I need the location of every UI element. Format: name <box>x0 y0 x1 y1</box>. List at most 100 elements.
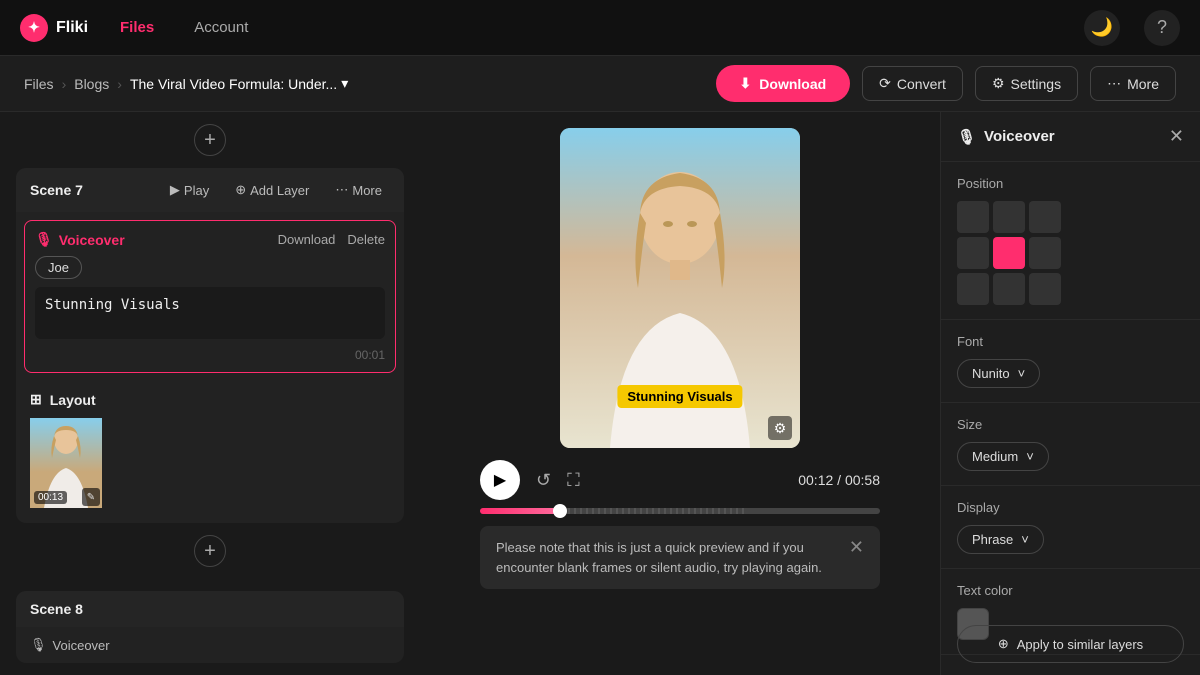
scene-7-title: Scene 7 <box>30 182 152 198</box>
position-section: Position <box>941 162 1200 320</box>
nav-files[interactable]: Files <box>112 15 162 40</box>
right-panel-header: 🎙 Voiceover ✕ <box>941 112 1200 162</box>
pos-cell-2[interactable] <box>1029 201 1061 233</box>
add-scene-bottom-button[interactable]: + <box>194 535 226 567</box>
progress-bar[interactable] <box>480 508 880 514</box>
logo-icon: ✦ <box>20 14 48 42</box>
scene-8-voiceover-label: Voiceover <box>53 638 110 653</box>
scene-7-add-layer-button[interactable]: ⊕ Add Layer <box>227 178 317 202</box>
notification-bar: Please note that this is just a quick pr… <box>480 526 880 589</box>
panel-mic-icon: 🎙 <box>957 128 976 146</box>
replay-button[interactable]: ↺ <box>536 470 551 491</box>
scene-7-more-button[interactable]: ⋯ More <box>327 178 390 202</box>
video-settings-icon[interactable]: ⚙ <box>768 416 792 440</box>
voice-tag[interactable]: Joe <box>35 256 82 279</box>
scene-8-content: 🎙 Voiceover <box>16 627 404 663</box>
font-label: Font <box>957 334 1184 349</box>
breadcrumb-current[interactable]: The Viral Video Formula: Under... ▾ <box>130 75 348 92</box>
pos-cell-5[interactable] <box>1029 237 1061 269</box>
breadcrumb-blogs[interactable]: Blogs <box>74 76 109 92</box>
settings-icon: ⚙ <box>992 75 1005 92</box>
breadcrumb-actions: ⬇ Download ⟳ Convert ⚙ Settings ⋯ More <box>716 65 1176 102</box>
size-value: Medium <box>972 449 1018 464</box>
breadcrumb: Files › Blogs › The Viral Video Formula:… <box>24 75 700 92</box>
apply-to-similar-button[interactable]: ⊕ Apply to similar layers <box>957 625 1184 663</box>
pos-cell-7[interactable] <box>993 273 1025 305</box>
breadcrumb-bar: Files › Blogs › The Viral Video Formula:… <box>0 56 1200 112</box>
more-button[interactable]: ⋯ More <box>1090 66 1176 101</box>
play-button[interactable]: ▶ <box>480 460 520 500</box>
display-chevron-icon: ˅ <box>1021 532 1029 547</box>
pos-cell-6[interactable] <box>957 273 989 305</box>
mic-icon: 🎙 <box>35 231 53 248</box>
text-color-label: Text color <box>957 583 1184 598</box>
progress-thumb[interactable] <box>553 504 567 518</box>
layout-thumbnail[interactable]: ✎ 00:13 <box>30 418 102 508</box>
thumb-timestamp: 00:13 <box>34 491 67 504</box>
add-scene-top-button[interactable]: + <box>194 124 226 156</box>
convert-button[interactable]: ⟳ Convert <box>862 66 963 101</box>
breadcrumb-files[interactable]: Files <box>24 76 54 92</box>
time-display: 00:12 / 00:58 <box>596 472 880 488</box>
right-panel-title: 🎙 Voiceover <box>957 128 1055 146</box>
pos-cell-3[interactable] <box>957 237 989 269</box>
scene-more-icon: ⋯ <box>335 182 348 198</box>
size-section: Size Medium ˅ <box>941 403 1200 486</box>
scene-7-card: Scene 7 ▶ Play ⊕ Add Layer ⋯ More <box>16 168 404 523</box>
settings-button[interactable]: ⚙ Settings <box>975 66 1078 101</box>
voiceover-text-input[interactable]: Stunning Visuals <box>35 287 385 339</box>
replay-icon: ↺ <box>536 470 551 491</box>
center-panel: Stunning Visuals ⚙ ▶ ↺ ⛶ 00:12 / 00:58 <box>420 112 940 675</box>
position-grid <box>957 201 1184 305</box>
more-icon: ⋯ <box>1107 75 1121 92</box>
scene-8-header: Scene 8 <box>16 591 404 627</box>
apply-icon: ⊕ <box>998 636 1009 652</box>
pos-cell-8[interactable] <box>1029 273 1061 305</box>
progress-ticks <box>568 508 880 514</box>
voiceover-delete-button[interactable]: Delete <box>347 232 385 247</box>
notification-close-button[interactable]: ✕ <box>849 538 864 556</box>
breadcrumb-dropdown-icon: ▾ <box>341 75 348 92</box>
scene-8-card: Scene 8 🎙 Voiceover <box>16 591 404 663</box>
help-button[interactable]: ? <box>1144 10 1180 46</box>
pos-cell-1[interactable] <box>993 201 1025 233</box>
size-label: Size <box>957 417 1184 432</box>
voiceover-title: 🎙 Voiceover <box>35 231 125 248</box>
size-select-button[interactable]: Medium ˅ <box>957 442 1049 471</box>
progress-fill <box>480 508 560 514</box>
thumb-edit-icon[interactable]: ✎ <box>82 488 100 506</box>
play-triangle-icon: ▶ <box>494 470 506 490</box>
download-button[interactable]: ⬇ Download <box>716 65 851 102</box>
main-area: + Scene 7 ▶ Play ⊕ Add Layer ⋯ More <box>0 112 1200 675</box>
scene-8-title: Scene 8 <box>30 601 390 617</box>
close-panel-button[interactable]: ✕ <box>1169 126 1184 147</box>
download-icon: ⬇ <box>740 75 752 92</box>
left-panel: + Scene 7 ▶ Play ⊕ Add Layer ⋯ More <box>0 112 420 675</box>
pos-cell-4[interactable] <box>993 237 1025 269</box>
pos-cell-0[interactable] <box>957 201 989 233</box>
video-preview: Stunning Visuals ⚙ <box>560 128 800 448</box>
nav-account[interactable]: Account <box>186 15 256 40</box>
notification-text: Please note that this is just a quick pr… <box>496 538 837 577</box>
scene-7-play-button[interactable]: ▶ Play <box>162 178 217 202</box>
font-select-button[interactable]: Nunito ˅ <box>957 359 1040 388</box>
add-scene-top: + <box>16 112 404 168</box>
breadcrumb-chevron-2: › <box>117 76 122 92</box>
display-section: Display Phrase ˅ <box>941 486 1200 569</box>
voiceover-download-button[interactable]: Download <box>278 232 336 247</box>
layout-icon: ⊞ <box>30 391 42 408</box>
app-logo[interactable]: ✦ Fliki <box>20 14 88 42</box>
display-select-button[interactable]: Phrase ˅ <box>957 525 1044 554</box>
voiceover-timestamp: 00:01 <box>35 348 385 362</box>
controls-row: ▶ ↺ ⛶ 00:12 / 00:58 <box>480 460 880 500</box>
size-chevron-icon: ˅ <box>1026 449 1034 464</box>
layout-title: ⊞ Layout <box>30 391 390 408</box>
fullscreen-button[interactable]: ⛶ <box>567 470 580 491</box>
display-value: Phrase <box>972 532 1013 547</box>
voiceover-section: 🎙 Voiceover Download Delete Joe Stunning… <box>24 220 396 373</box>
scene-7-header: Scene 7 ▶ Play ⊕ Add Layer ⋯ More <box>16 168 404 212</box>
add-scene-bottom: + <box>16 523 404 579</box>
dark-mode-button[interactable]: 🌙 <box>1084 10 1120 46</box>
breadcrumb-chevron-1: › <box>62 76 67 92</box>
position-label: Position <box>957 176 1184 191</box>
